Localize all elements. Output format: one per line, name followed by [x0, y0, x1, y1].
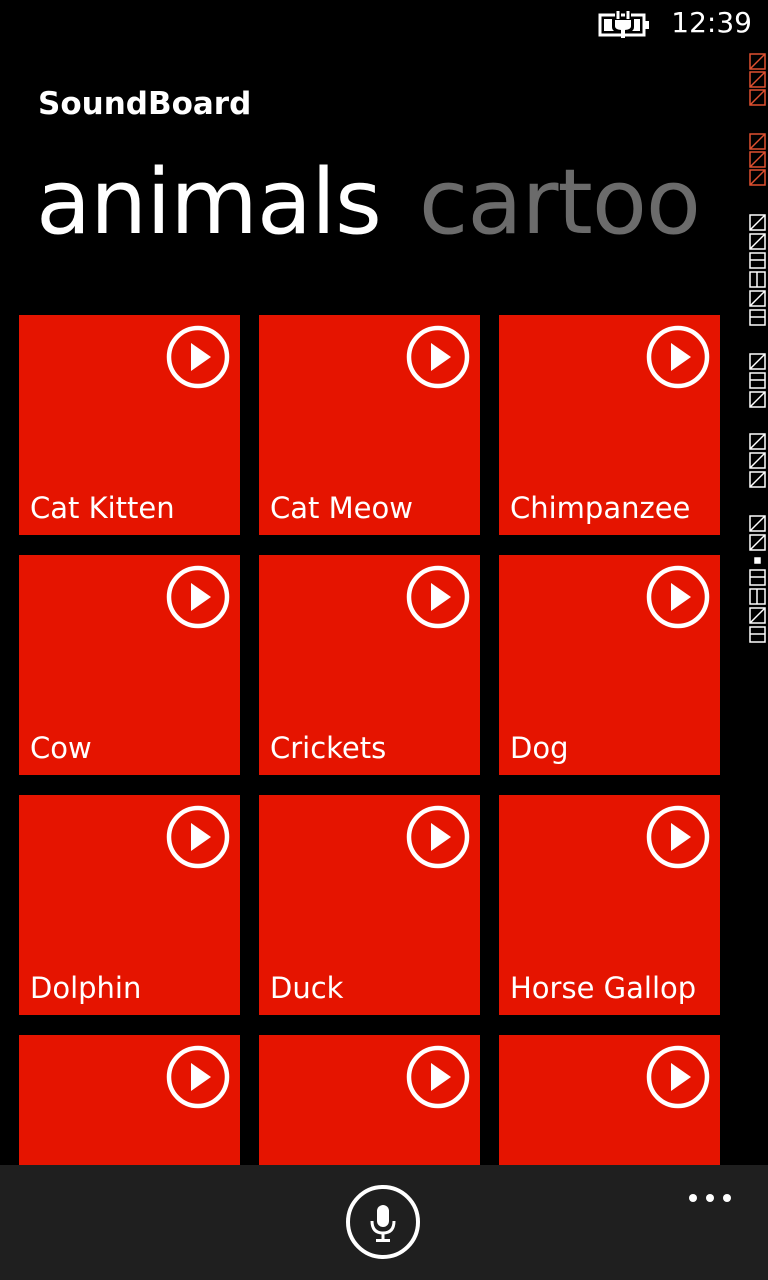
sound-tile[interactable]: Cow — [19, 555, 240, 775]
play-icon — [166, 805, 230, 869]
sound-tile[interactable]: Crickets — [259, 555, 480, 775]
clock: 12:39 — [671, 6, 752, 39]
sound-tile[interactable]: Duck — [259, 795, 480, 1015]
sound-tile[interactable]: Cat Meow — [259, 315, 480, 535]
tile-label: Chimpanzee — [510, 491, 691, 525]
application-bar — [0, 1165, 768, 1280]
play-icon — [406, 325, 470, 389]
play-icon — [646, 1045, 710, 1109]
play-icon — [646, 325, 710, 389]
app-title: SoundBoard — [38, 86, 252, 122]
tile-label: Crickets — [270, 731, 387, 765]
tile-label: Cat Kitten — [30, 491, 175, 525]
sound-tile[interactable]: Cat Kitten — [19, 315, 240, 535]
sound-tile[interactable]: Horse Gallop — [499, 795, 720, 1015]
play-icon — [406, 1045, 470, 1109]
ellipsis-icon[interactable] — [680, 1175, 740, 1205]
play-icon — [166, 325, 230, 389]
pivot-header: animals cartoo — [36, 148, 701, 258]
play-icon — [646, 805, 710, 869]
tile-label: Horse Gallop — [510, 971, 697, 1005]
play-icon — [646, 565, 710, 629]
status-bar: 12:39 — [0, 0, 768, 50]
pivot-item-animals[interactable]: animals — [36, 150, 382, 255]
play-icon — [166, 1045, 230, 1109]
tile-label: Dolphin — [30, 971, 142, 1005]
play-icon — [406, 805, 470, 869]
tile-label: Dog — [510, 731, 569, 765]
pivot-item-cartoons[interactable]: cartoo — [419, 150, 701, 255]
battery-charging-icon — [598, 11, 649, 38]
tile-label: Duck — [270, 971, 344, 1005]
sound-tile[interactable]: Dog — [499, 555, 720, 775]
sound-tile[interactable]: Chimpanzee — [499, 315, 720, 535]
play-icon — [166, 565, 230, 629]
sound-tile[interactable]: Dolphin — [19, 795, 240, 1015]
tile-label: Cow — [30, 731, 92, 765]
memory-counter-overlay — [749, 53, 766, 643]
tile-label: Cat Meow — [270, 491, 413, 525]
microphone-icon[interactable] — [345, 1184, 421, 1260]
play-icon — [406, 565, 470, 629]
